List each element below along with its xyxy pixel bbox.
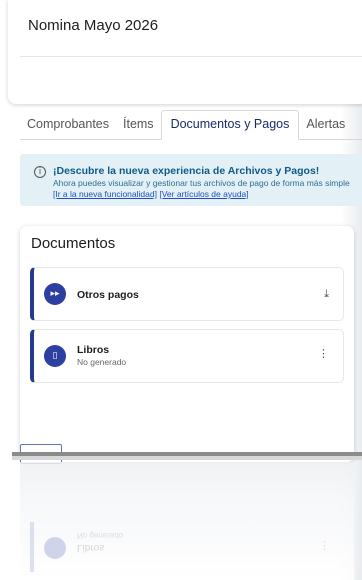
reflection-area: No generado Libros ⋮ [20,462,354,580]
tab-bar: Comprobantes Ítems Documentos y Pagos Al… [20,110,362,140]
banner-title: ¡Descubre la nueva experiencia de Archiv… [53,165,320,177]
banner-links: [Ir a la nueva funcionalidad] [Ver artíc… [53,189,249,199]
banner-text: Ahora puedes visualizar y gestionar tus … [53,178,350,188]
document-name: Otros pagos [77,289,139,301]
document-icon: ▯ [44,345,66,367]
payments-icon: ▸▸ [44,283,66,305]
documents-title: Documentos [31,235,116,252]
app-frame: Nomina Mayo 2026 Comprobantes Ítems Docu… [0,0,362,580]
reflected-document-icon [44,537,66,559]
download-icon[interactable]: ⤓ [324,287,329,301]
document-item-otros-pagos[interactable]: ▸▸ Otros pagos ⤓ [30,267,344,321]
reflected-document-name: Libros [77,542,105,553]
info-banner: i ¡Descubre la nueva experiencia de Arch… [20,154,362,206]
new-feature-link[interactable]: [Ir a la nueva funcionalidad] [53,189,157,199]
header-divider [20,56,362,57]
document-name: Libros [77,344,110,356]
tab-items[interactable]: Ítems [116,109,161,139]
page-title: Nomina Mayo 2026 [28,17,159,34]
reflected-document-status: No generado [77,531,124,540]
documents-card: Documentos ▸▸ Otros pagos ⤓ ▯ Libros No … [20,226,354,462]
tab-documentos-y-pagos[interactable]: Documentos y Pagos [160,110,300,140]
header-card: Nomina Mayo 2026 [8,0,362,104]
document-item-libros[interactable]: ▯ Libros No generado ⋮ [30,329,344,383]
tab-alertas[interactable]: Alertas [299,109,352,139]
help-articles-link[interactable]: [Ver artículos de ayuda] [159,189,248,199]
document-status: No generado [77,357,127,367]
more-vertical-icon[interactable]: ⋮ [318,347,329,360]
reflected-more-icon: ⋮ [319,539,330,552]
tab-comprobantes[interactable]: Comprobantes [20,109,116,139]
separator-bar-shadow [12,456,362,460]
reflected-document-item: No generado Libros ⋮ [30,522,344,572]
info-icon: i [34,166,46,178]
